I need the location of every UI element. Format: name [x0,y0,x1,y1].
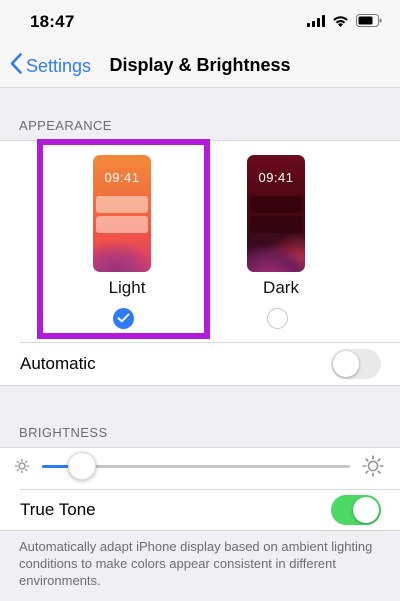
preview-time: 09:41 [258,170,294,185]
brightness-low-icon [14,458,30,479]
true-tone-description: Automatically adapt iPhone display based… [19,539,373,588]
automatic-toggle[interactable] [331,349,381,379]
brightness-section-header: BRIGHTNESS [19,425,108,440]
dark-radio-unselected[interactable] [267,308,288,329]
divider [20,342,400,343]
option-label-dark: Dark [263,278,299,297]
automatic-label: Automatic [20,354,96,373]
preview-notification [96,196,148,213]
appearance-section-header: APPEARANCE [19,118,112,133]
status-time: 18:47 [30,12,75,31]
toggle-knob [333,351,359,377]
preview-notification [250,196,302,213]
light-mode-preview: 09:41 [93,155,151,272]
appearance-option-dark[interactable]: 09:41 Dark [216,141,346,341]
page-title: Display & Brightness [109,55,291,75]
status-bar: 18:47 [0,0,400,44]
preview-notification [250,216,302,233]
navigation-bar: Settings Display & Brightness [0,44,400,88]
preview-notification [96,216,148,233]
wifi-icon [332,14,349,32]
option-label-light: Light [108,278,146,297]
divider [20,489,400,490]
preview-time: 09:41 [104,170,140,185]
brightness-high-icon [362,455,384,482]
appearance-option-light[interactable]: 09:41 Light [62,141,192,341]
status-icons [307,14,382,32]
dark-mode-preview: 09:41 [247,155,305,272]
appearance-group: 09:41 Light 09:41 Dark Automatic [0,140,400,386]
toggle-knob [353,497,379,523]
battery-icon [356,14,382,32]
light-radio-selected[interactable] [113,308,134,329]
brightness-slider-thumb[interactable] [68,452,97,480]
cellular-signal-icon [307,14,325,32]
checkmark-icon [117,310,130,328]
true-tone-toggle[interactable] [331,495,381,525]
true-tone-label: True Tone [20,500,96,519]
